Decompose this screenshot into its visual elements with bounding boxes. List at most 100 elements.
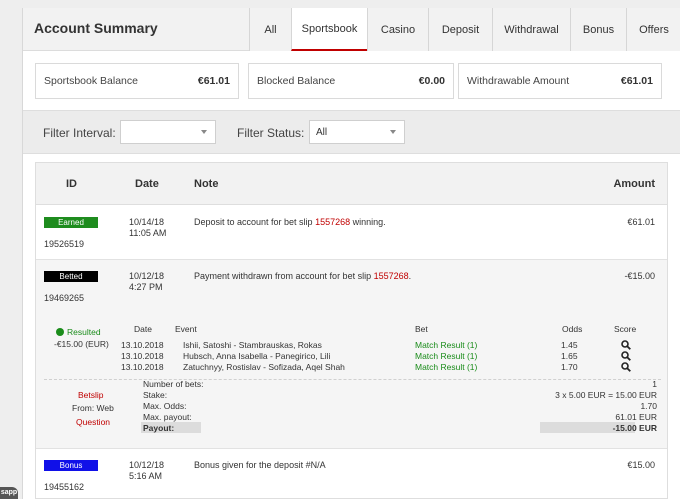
- result-amount: -€15.00 (EUR): [54, 339, 109, 349]
- tab-withdrawal[interactable]: Withdrawal: [492, 8, 570, 51]
- chevron-down-icon: [390, 130, 396, 134]
- column-header-amount: Amount: [613, 178, 655, 190]
- time-value: 5:16 AM: [129, 471, 163, 481]
- tab-casino[interactable]: Casino: [367, 8, 428, 51]
- result-status-text: Resulted: [67, 327, 101, 337]
- column-header-note: Note: [194, 178, 219, 190]
- summary-value: 61.01 EUR: [615, 412, 657, 422]
- transaction-note: Deposit to account for bet slip 1557268 …: [194, 217, 386, 227]
- summary-label: Max. payout:: [143, 412, 192, 422]
- betslip-link[interactable]: 1557268: [374, 271, 409, 281]
- betslip-column-odds: Odds: [562, 324, 583, 334]
- result-status: Resulted: [56, 327, 101, 337]
- column-header-date: Date: [135, 178, 159, 190]
- transaction-note: Bonus given for the deposit #N/A: [194, 460, 326, 470]
- tab-deposit[interactable]: Deposit: [428, 8, 492, 51]
- betslip-link[interactable]: Betslip: [78, 390, 104, 400]
- status-dot-icon: [56, 328, 64, 336]
- balance-value: €61.01: [620, 75, 653, 87]
- transaction-note: Payment withdrawn from account for bet s…: [194, 271, 411, 281]
- search-icon[interactable]: [621, 351, 631, 361]
- time-value: 11:05 AM: [129, 228, 167, 238]
- balance-value: €61.01: [197, 75, 230, 87]
- selection-bet: Match Result (1): [415, 362, 478, 372]
- transaction-id: 19526519: [44, 239, 85, 249]
- divider: [44, 379, 661, 380]
- filter-interval-select[interactable]: [120, 120, 216, 144]
- payout-label: Payout:: [143, 423, 175, 433]
- tab-offers[interactable]: Offers: [626, 8, 680, 51]
- note-text: Deposit to account for bet slip: [194, 217, 316, 227]
- table-row[interactable]: Bonus 19455162 10/12/18 5:16 AM Bonus gi…: [36, 449, 667, 498]
- selection-odds: 1.70: [561, 362, 578, 372]
- balance-label: Withdrawable Amount: [467, 75, 570, 87]
- balance-label: Sportsbook Balance: [44, 75, 138, 87]
- filter-status-value: All: [316, 126, 328, 138]
- time-value: 4:27 PM: [129, 282, 163, 292]
- selection-bet: Match Result (1): [415, 351, 478, 361]
- note-text: Bonus given for the deposit #N/A: [194, 460, 326, 470]
- selection-event: Hubsch, Anna Isabella - Panegirico, Lili: [183, 351, 331, 361]
- status-badge: Earned: [44, 217, 98, 228]
- sportsbook-balance-card: Sportsbook Balance €61.01: [35, 63, 239, 99]
- search-icon[interactable]: [621, 362, 631, 372]
- transaction-id: 19469265: [44, 293, 85, 303]
- betslip-link[interactable]: 1557268: [315, 217, 350, 227]
- date-value: 10/12/18: [129, 271, 165, 281]
- filter-interval-label: Filter Interval:: [43, 126, 116, 140]
- betslip-column-score: Score: [614, 324, 637, 334]
- balance-label: Blocked Balance: [257, 75, 336, 87]
- account-summary-panel: Account Summary All Sportsbook Casino De…: [22, 8, 680, 499]
- transaction-amount: €15.00: [627, 460, 655, 470]
- note-text: winning.: [350, 217, 386, 227]
- transaction-date: 10/12/18 4:27 PM: [129, 271, 164, 293]
- selection-date: 13.10.2018: [121, 351, 164, 361]
- account-summary-header: Account Summary All Sportsbook Casino De…: [23, 8, 680, 51]
- filter-bar: Filter Interval: Filter Status: All: [23, 110, 680, 154]
- betslip-column-date: Date: [134, 324, 152, 334]
- withdrawable-amount-card: Withdrawable Amount €61.01: [458, 63, 662, 99]
- balance-cards: Sportsbook Balance €61.01 Blocked Balanc…: [35, 63, 663, 99]
- summary-label: Max. Odds:: [143, 401, 187, 411]
- table-row[interactable]: Earned 19526519 10/14/18 11:05 AM Deposi…: [36, 205, 667, 260]
- date-value: 10/14/18: [129, 217, 165, 227]
- tab-sportsbook[interactable]: Sportsbook: [291, 8, 367, 51]
- chevron-down-icon: [201, 130, 207, 134]
- note-text: Payment withdrawn from account for bet s…: [194, 271, 374, 281]
- table-header: ID Date Note Amount: [36, 163, 667, 205]
- date-value: 10/12/18: [129, 460, 165, 470]
- summary-value: 3 x 5.00 EUR = 15.00 EUR: [555, 390, 657, 400]
- page-title: Account Summary: [34, 20, 158, 36]
- payout-value: -15.00 EUR: [612, 423, 657, 433]
- summary-value: 1.70: [640, 401, 657, 411]
- selection-date: 13.10.2018: [121, 362, 164, 372]
- blocked-balance-card: Blocked Balance €0.00: [248, 63, 454, 99]
- transaction-amount: €61.01: [627, 217, 655, 227]
- selection-odds: 1.65: [561, 351, 578, 361]
- transaction-amount: -€15.00: [624, 271, 655, 281]
- status-badge: Betted: [44, 271, 98, 282]
- transactions-table: ID Date Note Amount Earned 19526519 10/1…: [35, 162, 668, 499]
- transaction-id: 19455162: [44, 482, 85, 492]
- search-icon[interactable]: [621, 340, 631, 350]
- betslip-column-event: Event: [175, 324, 197, 334]
- selection-odds: 1.45: [561, 340, 578, 350]
- tab-bonus[interactable]: Bonus: [570, 8, 626, 51]
- bet-source: From: Web: [72, 403, 114, 413]
- status-badge: Bonus: [44, 460, 98, 471]
- question-link[interactable]: Question: [76, 417, 110, 427]
- note-text: .: [408, 271, 412, 281]
- transaction-date: 10/12/18 5:16 AM: [129, 460, 164, 482]
- tab-all[interactable]: All: [249, 8, 291, 51]
- summary-value: 1: [652, 379, 657, 389]
- selection-event: Zatuchnyy, Rostislav - Sofizada, Aqel Sh…: [183, 362, 345, 372]
- app-badge: sapp: [0, 487, 18, 499]
- transaction-date: 10/14/18 11:05 AM: [129, 217, 166, 239]
- filter-status-label: Filter Status:: [237, 126, 305, 140]
- filter-status-select[interactable]: All: [309, 120, 405, 144]
- selection-event: Ishii, Satoshi - Stambrauskas, Rokas: [183, 340, 322, 350]
- table-row[interactable]: Betted 19469265 10/12/18 4:27 PM Payment…: [36, 260, 667, 449]
- selection-date: 13.10.2018: [121, 340, 164, 350]
- selection-bet: Match Result (1): [415, 340, 478, 350]
- column-header-id: ID: [66, 178, 77, 190]
